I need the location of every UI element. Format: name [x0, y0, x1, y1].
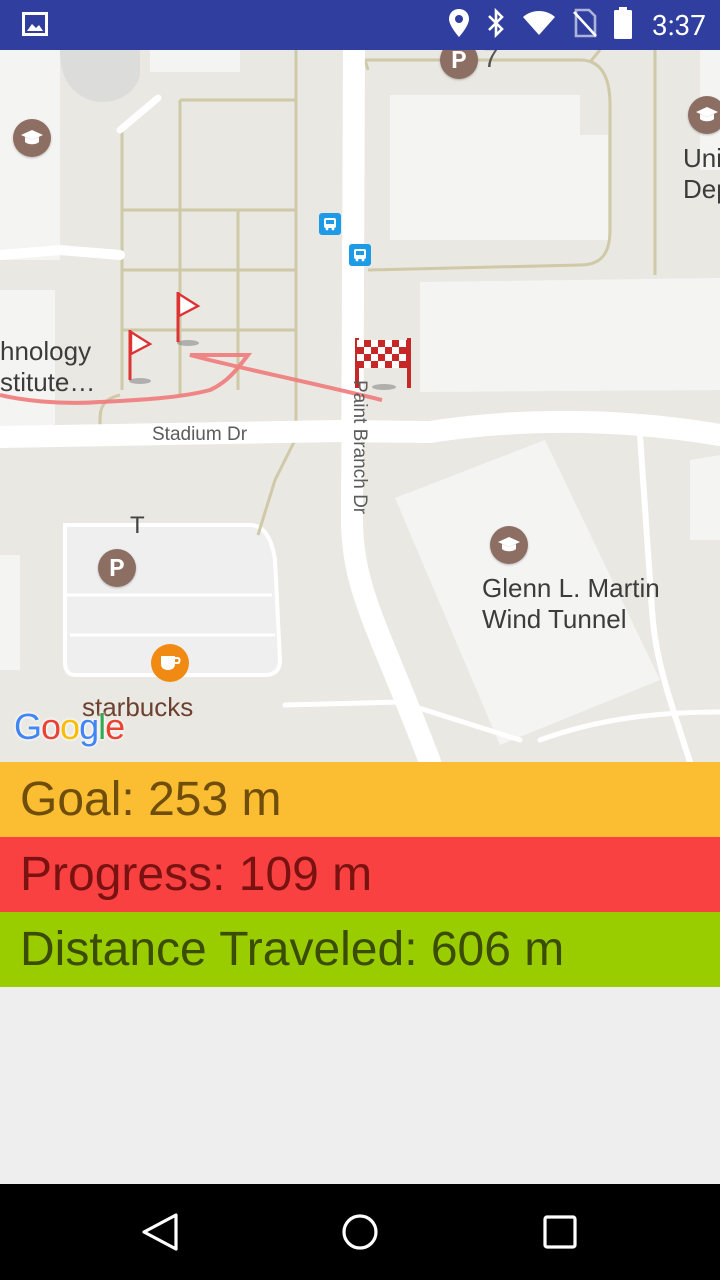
google-logo: Google [14, 706, 125, 747]
map-label-university-dep: Uni Dep [683, 143, 720, 205]
checkpoint-flag-icon[interactable] [170, 290, 206, 352]
battery-icon [614, 7, 632, 43]
map-label-stadium-dr: Stadium Dr [152, 424, 248, 445]
recents-icon[interactable] [540, 1212, 580, 1252]
status-bar: 3:37 [0, 0, 720, 50]
tech-institute-line2: stitute… [0, 367, 96, 397]
glenn-martin-line1: Glenn L. Martin [482, 573, 660, 603]
progress-row: Progress: 109 m [0, 837, 720, 912]
university-icon[interactable] [13, 119, 51, 157]
map-label-parking-letter: T [130, 512, 145, 539]
goal-text: Goal: 253 m [20, 773, 282, 826]
home-icon[interactable] [340, 1212, 380, 1252]
university-icon[interactable] [490, 526, 528, 564]
cafe-icon[interactable] [151, 644, 189, 682]
distance-traveled-text: Distance Traveled: 606 m [20, 923, 565, 976]
parking-icon[interactable]: P [98, 549, 136, 587]
glenn-martin-line2: Wind Tunnel [482, 604, 627, 634]
navigation-bar [0, 1184, 720, 1280]
uni-line2: Dep [683, 174, 720, 204]
goal-row: Goal: 253 m [0, 762, 720, 837]
map-label-paint-branch-dr: Paint Branch Dr [349, 380, 370, 515]
wifi-icon [522, 10, 556, 40]
checkpoint-flag-icon[interactable] [122, 328, 158, 390]
uni-line1: Uni [683, 143, 720, 173]
bus-stop-icon[interactable] [349, 244, 371, 266]
map-label-parking-number: 7 [483, 50, 499, 73]
map-label-glenn-martin: Glenn L. Martin Wind Tunnel [482, 573, 660, 635]
back-icon[interactable] [140, 1212, 180, 1252]
tech-institute-line1: hnology [0, 336, 92, 366]
progress-text: Progress: 109 m [20, 848, 373, 901]
university-icon[interactable] [688, 96, 720, 134]
image-icon [22, 12, 48, 40]
no-sim-icon [572, 8, 598, 42]
bus-stop-icon[interactable] [319, 213, 341, 235]
location-icon [448, 8, 470, 42]
bluetooth-icon [486, 7, 506, 42]
distance-traveled-row: Distance Traveled: 606 m [0, 912, 720, 987]
map-view[interactable]: P P 7 T hnology stitute… Stadium Dr Pain… [0, 50, 720, 762]
map-label-tech-institute: hnology stitute… [0, 336, 95, 398]
clock: 3:37 [652, 8, 706, 42]
